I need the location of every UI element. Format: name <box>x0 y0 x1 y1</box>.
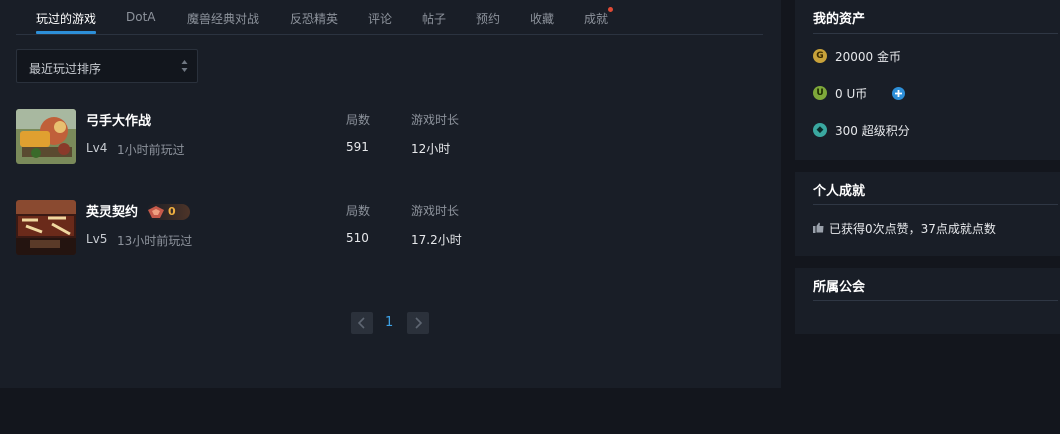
rounds-header: 局数 <box>346 204 371 218</box>
divider <box>813 300 1058 301</box>
main-panel: 玩过的游戏 DotA 魔兽经典对战 反恐精英 评论 帖子 预约 收藏 成就 最近… <box>0 0 781 388</box>
playtime-value: 17.2小时 <box>411 233 462 247</box>
playtime-header: 游戏时长 <box>411 204 460 218</box>
game-title[interactable]: 弓手大作战 <box>86 110 151 129</box>
game-badge: 0 <box>146 204 190 220</box>
tab-posts[interactable]: 帖子 <box>422 10 446 27</box>
game-level: Lv4 <box>86 141 108 155</box>
points-icon: ◆ <box>813 123 827 137</box>
tab-played-games[interactable]: 玩过的游戏 <box>36 10 96 27</box>
achievements-panel: 个人成就 已获得0次点赞，37点成就点数 <box>795 172 1060 256</box>
playtime-value: 12小时 <box>411 142 451 156</box>
assets-title: 我的资产 <box>813 12 866 27</box>
badge-count: 0 <box>168 205 176 218</box>
tab-achievements[interactable]: 成就 <box>584 10 608 27</box>
achievements-title: 个人成就 <box>813 184 866 199</box>
guild-title: 所属公会 <box>813 280 866 295</box>
sort-selected-label: 最近玩过排序 <box>29 62 102 76</box>
add-ucoin-icon[interactable] <box>892 87 905 100</box>
tab-reservations[interactable]: 预约 <box>476 10 500 27</box>
playtime-header: 游戏时长 <box>411 113 460 127</box>
assets-panel: 我的资产 G 20000 金币 U 0 U币 ◆ 300 超级积分 <box>795 0 1060 160</box>
ucoin-icon: U <box>813 86 827 100</box>
game-thumbnail-archer[interactable] <box>16 109 76 164</box>
tab-bar: 玩过的游戏 DotA 魔兽经典对战 反恐精英 评论 帖子 预约 收藏 成就 <box>16 0 763 35</box>
gold-balance-text: 20000 金币 <box>835 50 901 64</box>
chevron-left-icon <box>357 317 365 329</box>
chevron-right-icon <box>415 317 423 329</box>
game-title[interactable]: 英灵契约 <box>86 201 138 220</box>
thumbs-up-icon <box>813 222 824 233</box>
game-row[interactable]: 英灵契约 0 Lv5 13小时前玩过 局数 510 游戏时长 17.2小时 <box>16 200 516 256</box>
tab-comments[interactable]: 评论 <box>368 10 392 27</box>
divider <box>813 204 1058 205</box>
badge-icon <box>148 206 164 218</box>
gold-coin-icon: G <box>813 49 827 63</box>
game-last-played: 1小时前玩过 <box>117 143 185 157</box>
divider <box>813 33 1058 34</box>
game-row[interactable]: 弓手大作战 Lv4 1小时前玩过 局数 591 游戏时长 12小时 <box>16 109 516 165</box>
tab-warcraft-classic[interactable]: 魔兽经典对战 <box>187 10 259 27</box>
tab-counter-strike[interactable]: 反恐精英 <box>290 10 338 27</box>
ucoin-balance-text: 0 U币 <box>835 87 868 101</box>
next-page-button[interactable] <box>407 312 429 334</box>
notification-dot <box>608 7 613 12</box>
game-thumbnail-hero-contract[interactable] <box>16 200 76 255</box>
tab-favorites[interactable]: 收藏 <box>530 10 554 27</box>
active-tab-indicator <box>36 31 96 34</box>
rounds-value: 591 <box>346 140 369 154</box>
prev-page-button[interactable] <box>351 312 373 334</box>
sort-select[interactable]: 最近玩过排序 <box>16 49 198 83</box>
game-last-played: 13小时前玩过 <box>117 234 193 248</box>
tab-dota[interactable]: DotA <box>126 10 156 24</box>
points-balance-text: 300 超级积分 <box>835 124 910 138</box>
guild-panel: 所属公会 <box>795 268 1060 334</box>
rounds-value: 510 <box>346 231 369 245</box>
page-number-current[interactable]: 1 <box>385 315 393 330</box>
achievement-text: 已获得0次点赞，37点成就点数 <box>829 222 996 236</box>
game-level: Lv5 <box>86 232 108 246</box>
rounds-header: 局数 <box>346 113 371 127</box>
sort-arrows-icon <box>181 60 188 72</box>
